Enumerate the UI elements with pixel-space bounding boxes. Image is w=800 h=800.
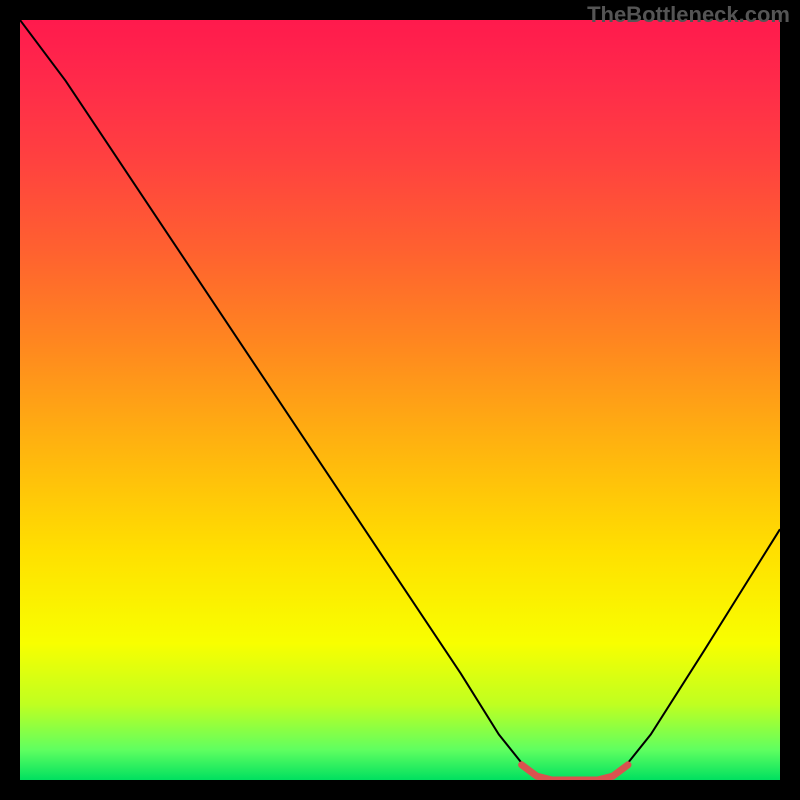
- optimal-marker: [522, 765, 628, 780]
- plot-area: [20, 20, 780, 780]
- watermark-text: TheBottleneck.com: [587, 2, 790, 28]
- curve-svg: [20, 20, 780, 780]
- bottleneck-curve: [20, 20, 780, 780]
